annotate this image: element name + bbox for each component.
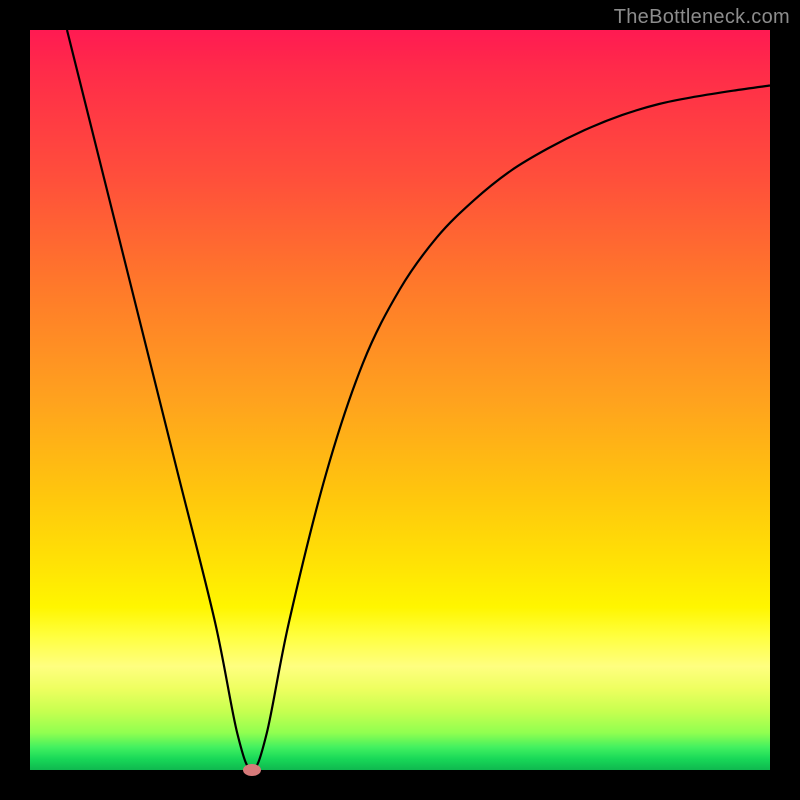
chart-wrapper: TheBottleneck.com bbox=[0, 0, 800, 800]
plot-area bbox=[30, 30, 770, 770]
watermark-text: TheBottleneck.com bbox=[614, 6, 790, 29]
minimum-marker bbox=[243, 764, 261, 776]
bottleneck-curve bbox=[67, 30, 770, 770]
curve-svg bbox=[30, 30, 770, 770]
